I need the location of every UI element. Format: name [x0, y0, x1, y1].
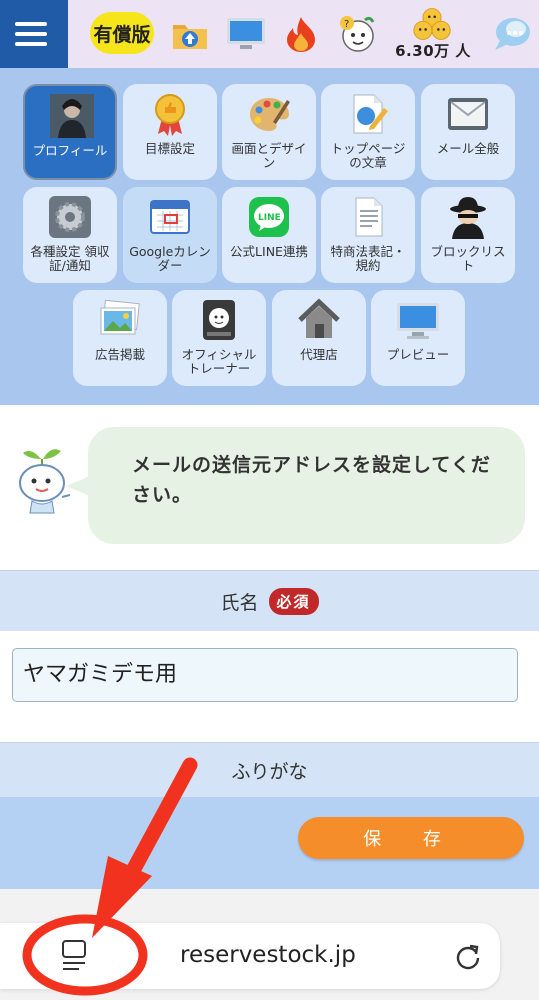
name-input[interactable]: ヤマガミデモ用 [12, 648, 518, 702]
tile-top-page-text[interactable]: トップページの文章 [321, 84, 415, 180]
monitor-icon [397, 303, 439, 339]
svg-text:?: ? [344, 19, 349, 30]
question-mascot-icon[interactable]: ? [338, 14, 378, 54]
upload-folder-icon[interactable] [170, 14, 210, 54]
tile-label: プレビュー [386, 347, 450, 362]
tile-label: Googleカレンダー [129, 244, 211, 273]
tile-label: メール全般 [436, 141, 500, 156]
tile-label: ブロックリスト [430, 244, 506, 273]
name-label: 氏名 [220, 591, 259, 614]
tile-agency[interactable]: 代理店 [272, 290, 366, 386]
instruction-message: メールの送信元アドレスを設定してください。 [132, 454, 491, 506]
tile-label: 目標設定 [144, 141, 195, 156]
profile-photo-icon [50, 94, 94, 138]
fire-icon[interactable] [281, 14, 321, 54]
coins-icon[interactable] [412, 4, 452, 44]
required-badge: 必須 [268, 587, 319, 615]
tab-overview-icon[interactable] [60, 938, 88, 974]
monitor-icon[interactable] [226, 14, 266, 54]
tile-label: 公式LINE連携 [230, 244, 308, 259]
document-icon [355, 197, 383, 237]
chat-bubble-icon[interactable] [492, 14, 532, 54]
tile-advertising[interactable]: 広告掲載 [73, 290, 167, 386]
tile-legal-notation[interactable]: 特商法表記・規約 [321, 187, 415, 283]
trainer-badge-icon [203, 300, 235, 340]
hamburger-menu-button[interactable] [0, 0, 68, 68]
member-count: 6.30万 人 [395, 42, 471, 60]
tile-label: 画面とデザイン [231, 141, 307, 170]
line-icon: LINE [249, 197, 289, 237]
tile-official-trainer[interactable]: オフィシャルトレーナー [172, 290, 266, 386]
save-button[interactable]: 保 存 [298, 817, 524, 859]
tile-label: トップページの文章 [330, 141, 406, 170]
url-text[interactable]: reservestock.jp [180, 942, 356, 968]
tile-screen-design[interactable]: 画面とデザイン [222, 84, 316, 180]
kana-field-header: ふりがな [0, 742, 539, 798]
paid-version-badge[interactable]: 有償版 [90, 12, 154, 54]
speech-bubble-tail [66, 476, 90, 496]
svg-text:LINE: LINE [258, 213, 281, 223]
name-field-header: 氏名 必須 [0, 570, 539, 631]
tile-mail-general[interactable]: メール全般 [421, 84, 515, 180]
kana-label: ふりがな [231, 761, 308, 783]
tile-various-settings[interactable]: 各種設定 領収証/通知 [23, 187, 117, 283]
photos-icon [100, 299, 140, 335]
tile-preview[interactable]: プレビュー [371, 290, 465, 386]
tile-label: オフィシャルトレーナー [181, 347, 257, 376]
tile-line-integration[interactable]: LINE 公式LINE連携 [222, 187, 316, 283]
medal-icon [155, 94, 185, 136]
calendar-icon [150, 200, 190, 234]
palette-icon [250, 98, 290, 131]
top-bar: 有償版 ? 6.30万 人 [0, 0, 539, 68]
gear-icon [49, 196, 91, 238]
document-pen-icon [353, 94, 388, 134]
tile-label: プロフィール [32, 143, 108, 158]
tile-label: 特商法表記・規約 [330, 244, 406, 273]
envelope-icon [448, 98, 488, 130]
tile-goal-settings[interactable]: 目標設定 [123, 84, 217, 180]
house-icon [298, 298, 340, 338]
spy-icon [450, 197, 486, 239]
tile-block-list[interactable]: ブロックリスト [421, 187, 515, 283]
mascot-icon [19, 449, 70, 514]
tile-label: 各種設定 領収証/通知 [30, 244, 110, 273]
tile-google-calendar[interactable]: Googleカレンダー [123, 187, 217, 283]
tile-label: 広告掲載 [94, 347, 145, 362]
tile-profile[interactable]: プロフィール [23, 84, 117, 180]
tile-label: 代理店 [300, 347, 338, 362]
reload-icon[interactable] [454, 942, 482, 970]
